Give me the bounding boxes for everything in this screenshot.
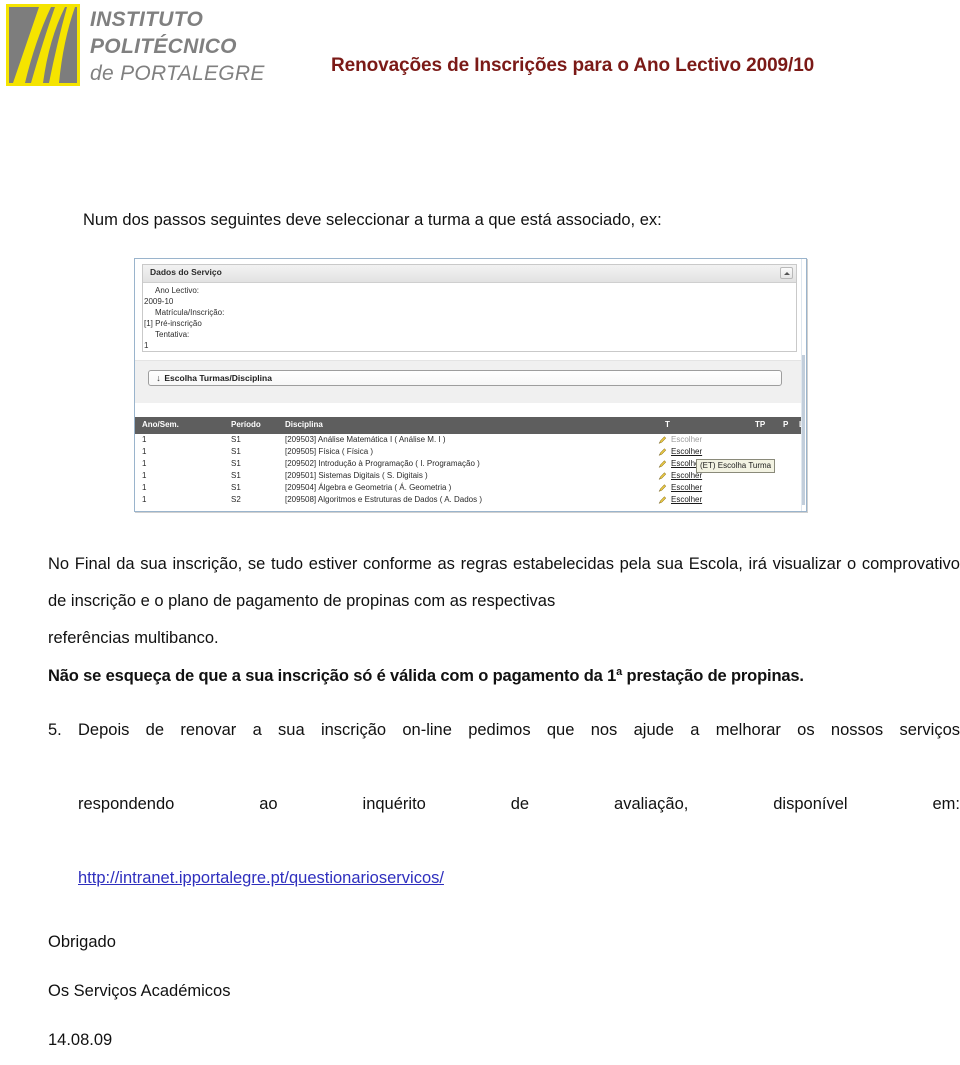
- table-row: 1 S2 [209508] Algoritmos e Estruturas de…: [135, 494, 806, 506]
- survey-link[interactable]: http://intranet.ipportalegre.pt/question…: [78, 869, 444, 887]
- escolha-turmas-disciplina-button-label: Escolha Turmas/Disciplina: [164, 373, 272, 383]
- final-paragraph-main: No Final da sua inscrição, se tudo estiv…: [48, 555, 960, 610]
- column-header-disciplina: Disciplina: [285, 420, 323, 429]
- closing-thanks: Obrigado: [48, 933, 116, 951]
- escolher-link[interactable]: Escolher: [671, 446, 702, 458]
- field-row: 1: [143, 340, 796, 351]
- page-header: INSTITUTO POLITÉCNICO de PORTALEGRE Reno…: [0, 0, 960, 110]
- list-item-number: 5.: [48, 721, 62, 739]
- payment-notice-text: Não se esqueça de que a sua inscrição só…: [48, 667, 804, 685]
- field-value-tentativa: 1: [144, 341, 149, 350]
- cell-ano-sem: 1: [142, 471, 147, 480]
- page-title: Renovações de Inscrições para o Ano Lect…: [331, 55, 815, 76]
- column-header-t: T: [665, 420, 670, 429]
- table-row: 1 S1 [209504] Álgebra e Geometria ( Á. G…: [135, 482, 806, 494]
- logo-line-2: POLITÉCNICO: [90, 35, 237, 58]
- column-header-periodo: Período: [231, 420, 261, 429]
- field-label-ano-lectivo: Ano Lectivo:: [155, 286, 200, 295]
- pencil-icon: [658, 436, 667, 444]
- escolher-link[interactable]: Escolher: [671, 482, 702, 494]
- cell-disciplina: [209505] Física ( Física ): [285, 447, 374, 456]
- list-item-line-2: respondendo ao inquérito de avaliação, d…: [78, 795, 960, 813]
- cell-disciplina: [209503] Análise Matemática I ( Análise …: [285, 435, 446, 444]
- field-row: Ano Lectivo:: [143, 285, 796, 296]
- table-row: 1 S1 [209505] Física ( Física ) Escolher: [135, 446, 806, 458]
- escolha-turmas-disciplina-button-inner: ↓ Escolha Turmas/Disciplina: [155, 373, 272, 383]
- field-row: [1] Pré-inscrição: [143, 318, 796, 329]
- field-row: Matrícula/Inscrição:: [143, 307, 796, 318]
- service-data-panel: Dados do Serviço Ano Lectivo: 2009-10 Ma…: [142, 264, 797, 352]
- field-row: Tentativa:: [143, 329, 796, 340]
- pencil-icon: [658, 496, 667, 504]
- collapse-panel-button[interactable]: [780, 267, 793, 279]
- cell-ano-sem: 1: [142, 483, 147, 492]
- closing-block: Obrigado Os Serviços Académicos 14.08.09: [48, 918, 548, 1065]
- disciplines-table-header: Ano/Sem. Período Disciplina T TP P L/S: [135, 417, 806, 434]
- pencil-icon: [658, 472, 667, 480]
- column-header-tp: TP: [755, 420, 766, 429]
- field-label-tentativa: Tentativa:: [155, 330, 190, 339]
- cell-disciplina: [209504] Álgebra e Geometria ( Á. Geomet…: [285, 483, 452, 492]
- cell-periodo: S1: [231, 459, 241, 468]
- cell-periodo: S1: [231, 435, 241, 444]
- list-item-line-1: Depois de renovar a sua inscrição on-lin…: [78, 721, 960, 739]
- cell-disciplina: [209502] Introdução à Programação ( I. P…: [285, 459, 480, 468]
- logo-line-3: de PORTALEGRE: [90, 62, 265, 85]
- escolher-link[interactable]: Escolher: [671, 494, 702, 506]
- escolha-turmas-disciplina-button[interactable]: ↓ Escolha Turmas/Disciplina: [148, 370, 782, 386]
- service-data-panel-header: Dados do Serviço: [143, 265, 796, 283]
- embedded-app-screenshot: Dados do Serviço Ano Lectivo: 2009-10 Ma…: [134, 258, 807, 512]
- cell-disciplina: [209501] Sistemas Digitais ( S. Digitais…: [285, 471, 428, 480]
- download-arrow-icon: ↓: [156, 373, 161, 383]
- escolher-link: Escolher: [671, 435, 703, 444]
- logo-line-1: INSTITUTO: [90, 8, 204, 31]
- closing-signature: Os Serviços Académicos: [48, 982, 231, 1000]
- chevron-up-icon: [784, 272, 790, 275]
- cell-ano-sem: 1: [142, 435, 147, 444]
- scrollbar-thumb[interactable]: [802, 355, 805, 505]
- list-item: 5. Depois de renovar a sua inscrição on-…: [48, 712, 960, 897]
- logo-stripes-icon: [13, 7, 75, 83]
- list-item-body: Depois de renovar a sua inscrição on-lin…: [78, 712, 960, 897]
- column-header-p: P: [783, 420, 789, 429]
- pencil-icon: [658, 460, 667, 468]
- closing-date: 14.08.09: [48, 1031, 113, 1049]
- field-label-matricula: Matrícula/Inscrição:: [155, 308, 225, 317]
- cell-periodo: S1: [231, 471, 241, 480]
- lead-instruction-text: Num dos passos seguintes deve selecciona…: [83, 211, 662, 229]
- service-data-panel-title: Dados do Serviço: [150, 267, 222, 277]
- cell-periodo: S1: [231, 483, 241, 492]
- cell-ano-sem: 1: [142, 459, 147, 468]
- field-value-matricula: [1] Pré-inscrição: [144, 319, 202, 328]
- escolha-turma-tooltip: (ET) Escolha Turma: [696, 459, 776, 473]
- app-toolbar: ↓ Escolha Turmas/Disciplina: [135, 360, 806, 403]
- service-data-fields: Ano Lectivo: 2009-10 Matrícula/Inscrição…: [143, 283, 796, 351]
- field-value-ano-lectivo: 2009-10: [144, 297, 174, 306]
- disciplines-table-body: 1 S1 [209503] Análise Matemática I ( Aná…: [135, 434, 806, 511]
- logo-wordmark: INSTITUTO POLITÉCNICO de PORTALEGRE: [90, 6, 290, 86]
- column-header-ano-sem: Ano/Sem.: [142, 420, 179, 429]
- cell-disciplina: [209508] Algoritmos e Estruturas de Dado…: [285, 495, 482, 504]
- field-row: 2009-10: [143, 296, 796, 307]
- cell-ano-sem: 1: [142, 495, 147, 504]
- final-paragraph: No Final da sua inscrição, se tudo estiv…: [48, 546, 960, 657]
- institution-logo: INSTITUTO POLITÉCNICO de PORTALEGRE: [6, 4, 286, 92]
- cell-periodo: S2: [231, 495, 241, 504]
- screenshot-right-gutter: [801, 259, 806, 511]
- ipp-logo-mark-icon: [6, 4, 80, 86]
- table-row: 1 S1 [209503] Análise Matemática I ( Aná…: [135, 434, 806, 446]
- cell-ano-sem: 1: [142, 447, 147, 456]
- final-paragraph-lastline: referências multibanco.: [48, 629, 219, 647]
- pencil-icon: [658, 448, 667, 456]
- cell-periodo: S1: [231, 447, 241, 456]
- pencil-icon: [658, 484, 667, 492]
